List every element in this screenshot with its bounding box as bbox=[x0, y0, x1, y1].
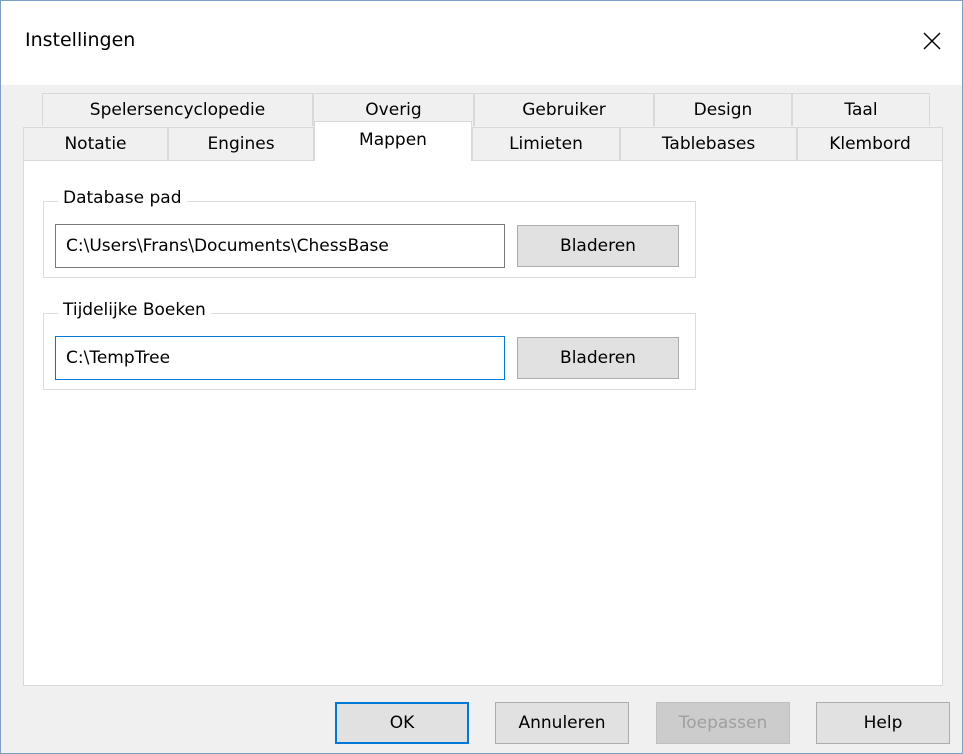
database-path-value: C:\Users\Frans\Documents\ChessBase bbox=[66, 236, 389, 256]
tab-limieten[interactable]: Limieten bbox=[472, 127, 620, 160]
browse-label: Bladeren bbox=[560, 348, 636, 368]
help-label: Help bbox=[863, 713, 903, 733]
tab-label: Klembord bbox=[829, 134, 911, 154]
window-title: Instellingen bbox=[25, 29, 136, 51]
ok-label: OK bbox=[389, 713, 415, 733]
tab-klembord[interactable]: Klembord bbox=[797, 127, 943, 160]
cancel-button[interactable]: Annuleren bbox=[495, 702, 629, 744]
tab-label: Tablebases bbox=[661, 134, 756, 154]
close-icon bbox=[923, 32, 941, 50]
tab-gebruiker[interactable]: Gebruiker bbox=[474, 93, 654, 126]
temp-books-browse-button[interactable]: Bladeren bbox=[517, 337, 679, 379]
temp-books-input[interactable]: C:\TempTree bbox=[55, 336, 505, 380]
tab-label: Gebruiker bbox=[522, 100, 606, 120]
tab-label: Limieten bbox=[509, 134, 583, 154]
tab-label: Spelersencyclopedie bbox=[89, 100, 266, 120]
tab-notatie[interactable]: Notatie bbox=[23, 127, 168, 160]
tab-panel-mappen: Database pad C:\Users\Frans\Documents\Ch… bbox=[23, 160, 943, 686]
database-path-group: Database pad C:\Users\Frans\Documents\Ch… bbox=[43, 188, 696, 278]
database-path-browse-button[interactable]: Bladeren bbox=[517, 225, 679, 267]
tab-label: Notatie bbox=[64, 134, 127, 154]
temp-books-label: Tijdelijke Boeken bbox=[58, 300, 211, 320]
tab-label: Engines bbox=[207, 134, 275, 154]
tab-label: Design bbox=[693, 100, 753, 120]
tab-design[interactable]: Design bbox=[654, 93, 792, 126]
apply-button[interactable]: Toepassen bbox=[656, 702, 790, 744]
tab-taal[interactable]: Taal bbox=[792, 93, 930, 126]
temp-books-value: C:\TempTree bbox=[66, 348, 171, 368]
apply-label: Toepassen bbox=[678, 713, 768, 733]
tab-tablebases[interactable]: Tablebases bbox=[620, 127, 797, 160]
tab-spelersencyclopedie[interactable]: Spelersencyclopedie bbox=[42, 93, 313, 126]
ok-button[interactable]: OK bbox=[335, 702, 469, 744]
settings-dialog: Instellingen Spelersencyclopedie Overig … bbox=[0, 0, 963, 754]
title-bar: Instellingen bbox=[1, 1, 962, 85]
tab-label: Overig bbox=[365, 100, 422, 120]
browse-label: Bladeren bbox=[560, 236, 636, 256]
tab-label: Mappen bbox=[359, 129, 427, 150]
cancel-label: Annuleren bbox=[518, 713, 606, 733]
database-path-input[interactable]: C:\Users\Frans\Documents\ChessBase bbox=[55, 224, 505, 268]
tab-mappen[interactable]: Mappen bbox=[314, 121, 472, 161]
database-path-label: Database pad bbox=[58, 188, 187, 208]
help-button[interactable]: Help bbox=[816, 702, 950, 744]
tab-engines[interactable]: Engines bbox=[168, 127, 314, 160]
tab-label: Taal bbox=[844, 100, 878, 120]
close-button[interactable] bbox=[902, 11, 962, 71]
temp-books-group: Tijdelijke Boeken C:\TempTree Bladeren bbox=[43, 300, 696, 390]
